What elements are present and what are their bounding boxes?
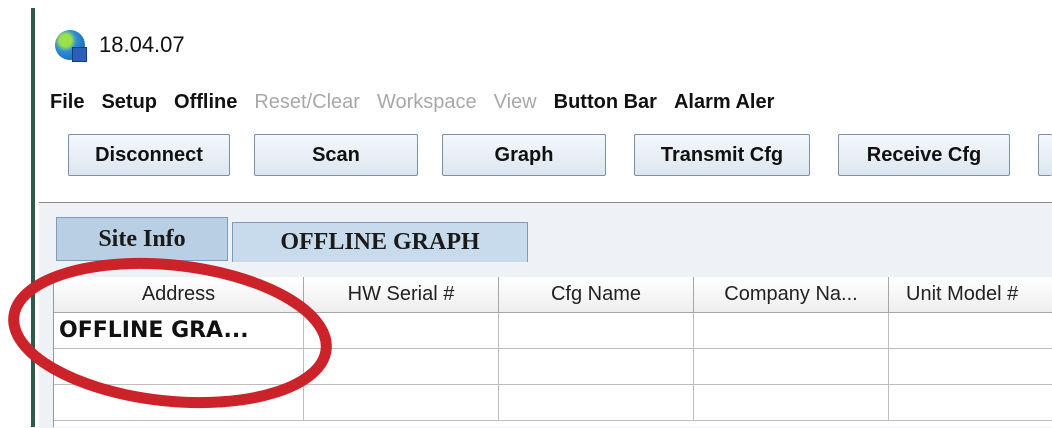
scan-button[interactable]: Scan [254,134,418,176]
menu-view: View [493,90,537,113]
hw-serial-cell[interactable] [304,385,499,420]
company-name-cell[interactable] [694,385,889,420]
cfg-name-cell[interactable] [499,313,694,348]
table-row[interactable] [54,385,1052,421]
menu-offline[interactable]: Offline [174,91,237,114]
table-row[interactable]: OFFLINE GRA... [54,313,1052,349]
menu-file[interactable]: File [50,91,84,114]
table-row[interactable] [54,349,1052,385]
globe-computer-icon [55,30,87,62]
menu-button-bar[interactable]: Button Bar [554,91,657,114]
column-header-hw-serial[interactable]: HW Serial # [304,277,499,313]
title-bar: 18.04.07 [55,28,185,62]
tab-site-info[interactable]: Site Info [56,217,228,261]
column-header-unit-model[interactable]: Unit Model # [889,277,1052,313]
cfg-name-cell[interactable] [499,349,694,384]
transmit-cfg-button[interactable]: Transmit Cfg [634,134,810,176]
menu-workspace: Workspace [376,90,477,113]
graph-button[interactable]: Graph [442,134,606,176]
column-header-company-name[interactable]: Company Na... [694,277,889,313]
receive-cfg-button[interactable]: Receive Cfg [838,134,1010,176]
company-name-cell[interactable] [694,349,889,384]
company-name-cell[interactable] [694,313,889,348]
unit-model-cell[interactable] [889,313,1052,348]
menu-setup[interactable]: Setup [101,91,157,114]
tab-offline-graph[interactable]: OFFLINE GRAPH [232,222,528,262]
column-header-cfg-name[interactable]: Cfg Name [499,277,694,313]
window-left-edge [31,8,35,427]
window-title: 18.04.07 [99,32,185,57]
toolbar-button-partial[interactable] [1038,134,1052,176]
site-table: Address HW Serial # Cfg Name Company Na.… [53,277,1052,427]
unit-model-cell[interactable] [889,385,1052,420]
menu-alarm-alert[interactable]: Alarm Aler [674,91,774,114]
address-cell[interactable] [54,349,304,384]
cfg-name-cell[interactable] [499,385,694,420]
unit-model-cell[interactable] [889,349,1052,384]
menu-bar: File Setup Offline Reset/Clear Workspace… [50,88,791,116]
disconnect-button[interactable]: Disconnect [68,134,230,176]
address-cell[interactable] [54,385,304,420]
hw-serial-cell[interactable] [304,313,499,348]
address-cell[interactable]: OFFLINE GRA... [54,313,304,348]
menu-reset-clear: Reset/Clear [254,90,360,113]
hw-serial-cell[interactable] [304,349,499,384]
column-header-address[interactable]: Address [54,277,304,313]
